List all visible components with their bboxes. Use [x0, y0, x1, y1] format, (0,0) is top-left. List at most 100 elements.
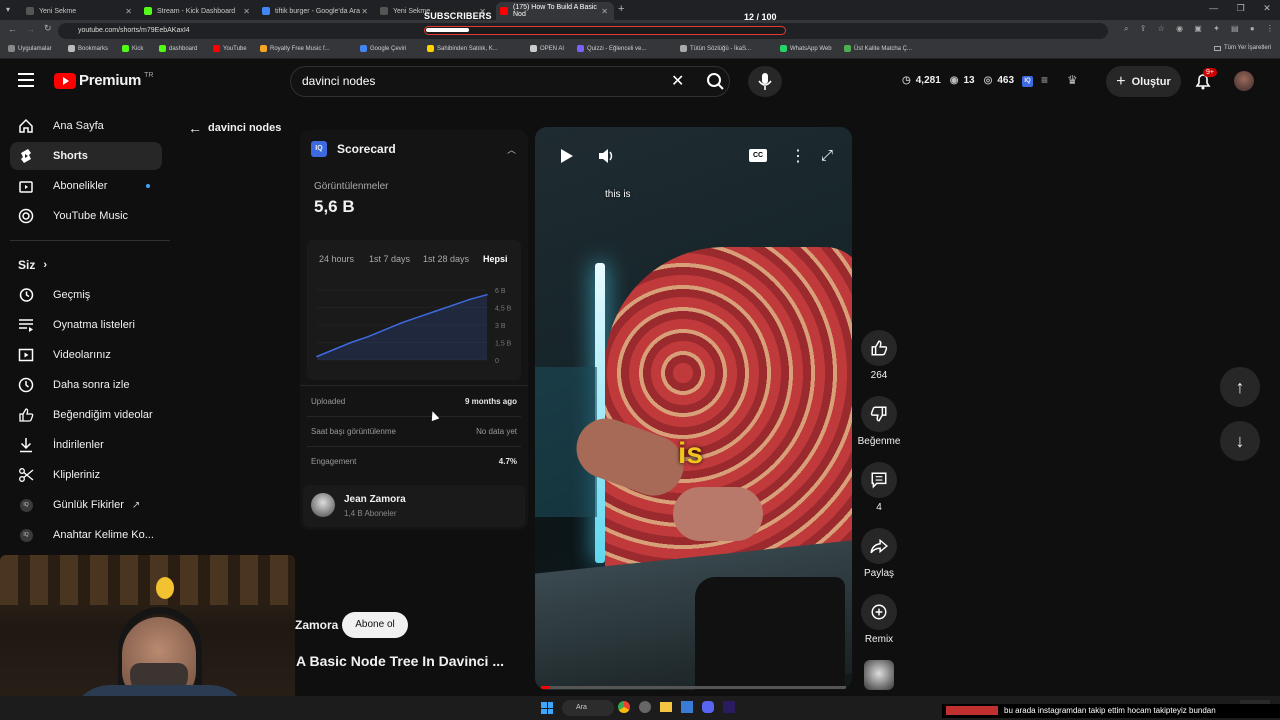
sidebar-item-youtube-music[interactable]: YouTube Music	[10, 202, 162, 230]
channel-card[interactable]	[303, 485, 525, 527]
sidebar-item-subscriptions[interactable]: Abonelikler	[10, 172, 162, 200]
fullscreen-icon[interactable]: ⤢	[821, 147, 833, 164]
bookmark-item[interactable]: Uygulamalar	[8, 45, 52, 52]
next-short-button[interactable]: ↓	[1220, 421, 1260, 461]
sidebar-item-playlists[interactable]: Oynatma listeleri	[10, 311, 162, 339]
obs-icon[interactable]	[639, 701, 651, 713]
sidebar-item-home[interactable]: Ana Sayfa	[10, 112, 162, 140]
discord-icon[interactable]	[702, 701, 714, 713]
channel-name[interactable]: Jean Zamora	[344, 494, 406, 505]
collapse-chevron-icon[interactable]: ︿	[507, 143, 516, 156]
captions-button[interactable]: CC	[749, 149, 767, 162]
close-window-icon[interactable]: ✕	[1263, 3, 1271, 14]
sidebar-item-keyword-tool[interactable]: IQ Anahtar Kelime Ko...	[10, 521, 162, 549]
all-bookmarks[interactable]: Tüm Yer İşaretleri	[1214, 45, 1271, 51]
close-tab-icon[interactable]: ✕	[243, 7, 250, 16]
tab-list-icon[interactable]: ▾	[6, 5, 16, 15]
bookmark-item[interactable]: Bookmarks	[68, 45, 108, 52]
shorts-video-player[interactable]: this is is CC ⋮ ⤢	[535, 127, 852, 690]
profile-icon[interactable]: ●	[1250, 24, 1255, 34]
search-button[interactable]	[695, 66, 735, 97]
minimize-icon[interactable]: —	[1209, 3, 1218, 14]
new-tab-button[interactable]: +	[618, 3, 624, 15]
range-tab[interactable]: 1st 7 days	[369, 254, 410, 264]
video-channel-name[interactable]: Zamora	[295, 618, 338, 632]
chrome-icon[interactable]	[618, 701, 630, 713]
sidebar-section-you[interactable]: Siz ›	[18, 258, 47, 272]
back-nav-icon[interactable]: ←	[8, 24, 17, 34]
folder-icon[interactable]	[660, 702, 672, 712]
bookmark-item[interactable]: Kick	[122, 45, 143, 52]
range-tab[interactable]: 1st 28 days	[423, 254, 469, 264]
premiere-icon[interactable]	[723, 701, 735, 713]
avatar[interactable]	[1234, 71, 1254, 91]
notifications-button[interactable]: 9+	[1192, 68, 1217, 92]
bookmark-item[interactable]: Royalty Free Music f...	[260, 45, 330, 52]
range-tab-selected[interactable]: Hepsi	[483, 254, 508, 264]
puzzle-icon[interactable]: ✦	[1213, 24, 1220, 34]
video-progress-bar[interactable]	[541, 686, 846, 689]
taskbar-search[interactable]: Ara	[562, 700, 614, 716]
bookmark-item[interactable]: WhatsApp Web	[780, 45, 832, 52]
clear-search-icon[interactable]: ✕	[671, 71, 684, 91]
bookmark-item[interactable]: Üst Kalite Matcha Ç...	[844, 45, 912, 52]
browser-tab[interactable]: Stream - Kick Dashboard ✕	[140, 2, 256, 20]
close-tab-icon[interactable]: ✕	[601, 7, 608, 16]
volume-button[interactable]	[595, 145, 617, 167]
range-tab[interactable]: 24 hours	[319, 254, 354, 264]
back-to-search[interactable]: ← davinci nodes	[188, 120, 281, 136]
play-button[interactable]	[555, 145, 577, 167]
create-button[interactable]: + Oluştur	[1106, 66, 1181, 97]
vidiq-icon[interactable]: IQ	[1022, 76, 1033, 87]
bookmark-item[interactable]: OPEN AI	[530, 45, 564, 52]
share-button[interactable]	[861, 528, 897, 564]
subscribe-button[interactable]: Abone ol	[342, 612, 408, 638]
maximize-icon[interactable]: ❐	[1237, 3, 1245, 14]
sidebar-item-daily-ideas[interactable]: IQ Günlük Fikirler ↗	[10, 491, 162, 519]
close-tab-icon[interactable]: ✕	[361, 7, 368, 16]
trophy-icon[interactable]: ♛	[1067, 73, 1078, 87]
bookmark-star-icon[interactable]: ☆	[1158, 24, 1165, 34]
sidebar-icon[interactable]: ▤	[1231, 24, 1239, 34]
dislike-button[interactable]	[861, 396, 897, 432]
zoom-icon[interactable]: ⌕	[1124, 24, 1128, 34]
browser-tab[interactable]: tiftik burger - Google'da Ara ✕	[258, 2, 374, 20]
sidebar-item-downloads[interactable]: İndirilenler	[10, 431, 162, 459]
list-icon[interactable]: ≡	[1041, 73, 1048, 87]
like-button[interactable]	[861, 330, 897, 366]
share-page-icon[interactable]: ⇪	[1140, 24, 1147, 34]
start-icon[interactable]	[541, 702, 553, 714]
previous-short-button[interactable]: ↑	[1220, 367, 1260, 407]
video-title[interactable]: A Basic Node Tree In Davinci ...	[296, 653, 504, 669]
bookmark-item[interactable]: dashboard	[159, 45, 197, 52]
bookmark-item[interactable]: Quizzi - Eğlenceli ve...	[577, 45, 646, 52]
bookmark-item[interactable]: YouTube	[213, 45, 247, 52]
browser-tab-active[interactable]: (175) How To Build A Basic Nod ✕	[496, 2, 614, 20]
extension-icon[interactable]: ▣	[1194, 24, 1202, 34]
app-icon[interactable]	[681, 701, 693, 713]
sidebar-item-history[interactable]: Geçmiş	[10, 281, 162, 309]
remix-button[interactable]	[861, 594, 897, 630]
bookmark-item[interactable]: Tütün Sözlüğü - İkaS...	[680, 45, 751, 52]
sidebar-item-clips[interactable]: Klipleriniz	[10, 461, 162, 489]
comments-button[interactable]	[861, 462, 897, 498]
voice-search-button[interactable]	[748, 66, 782, 97]
sound-thumbnail[interactable]	[864, 660, 894, 690]
sidebar-item-watch-later[interactable]: Daha sonra izle	[10, 371, 162, 399]
forward-nav-icon[interactable]: →	[26, 24, 35, 34]
youtube-logo[interactable]: Premium TR	[54, 72, 153, 89]
extension-icon[interactable]: ◉	[1176, 24, 1183, 34]
sidebar-item-your-videos[interactable]: Videolarınız	[10, 341, 162, 369]
more-options-icon[interactable]: ⋮	[790, 146, 806, 166]
bookmark-item[interactable]: Google Çeviri	[360, 45, 406, 52]
sidebar-item-shorts[interactable]: Shorts	[10, 142, 162, 170]
search-input[interactable]: davinci nodes	[302, 74, 375, 88]
close-tab-icon[interactable]: ✕	[125, 7, 132, 16]
scorecard-header[interactable]: IQ Scorecard	[311, 141, 396, 157]
reload-icon[interactable]: ↻	[44, 23, 52, 34]
sidebar-item-liked-videos[interactable]: Beğendiğim videolar	[10, 401, 162, 429]
hamburger-menu-icon[interactable]	[18, 73, 34, 87]
menu-icon[interactable]: ⋮	[1266, 24, 1274, 34]
browser-tab[interactable]: Yeni Sekme ✕	[22, 2, 138, 20]
channel-avatar[interactable]	[311, 493, 335, 517]
